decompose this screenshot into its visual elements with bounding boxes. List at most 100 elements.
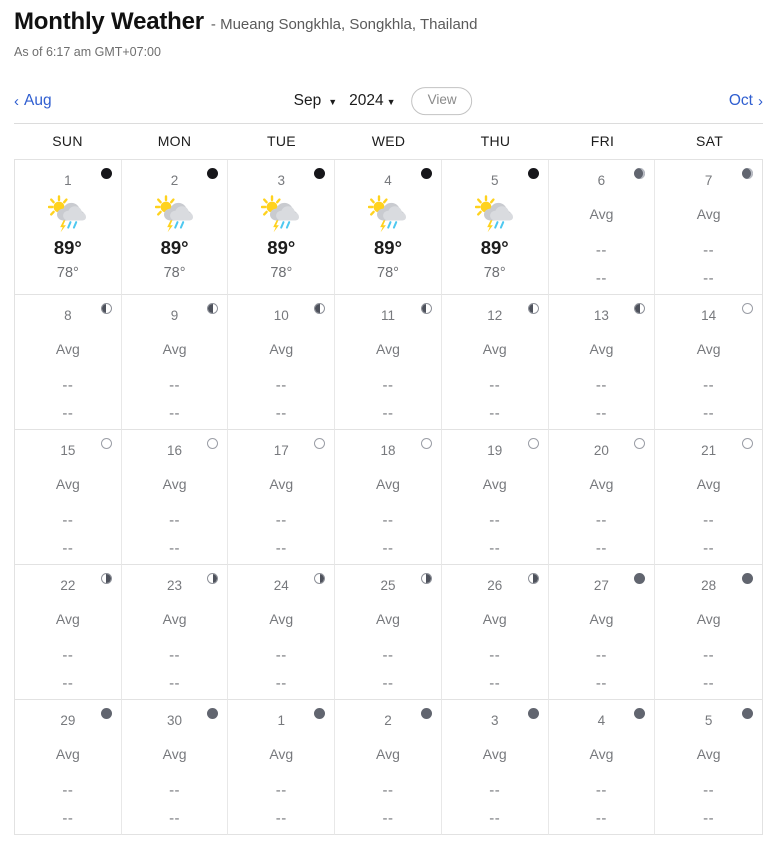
average-label: Avg: [269, 610, 294, 627]
location-subtitle: - Mueang Songkhla, Songkhla, Thailand: [210, 16, 478, 33]
calendar-day-cell[interactable]: 2 89° 78°: [121, 160, 229, 295]
calendar-day-cell[interactable]: 24 Avg -- --: [228, 565, 336, 700]
calendar-day-cell[interactable]: 5 89° 78°: [441, 160, 549, 295]
calendar-day-cell[interactable]: 20 Avg -- --: [548, 430, 656, 565]
calendar-day-cell[interactable]: 23 Avg -- --: [121, 565, 229, 700]
average-label: Avg: [376, 475, 400, 492]
calendar-day-cell[interactable]: 25 Avg -- --: [335, 565, 442, 700]
low-temperature: --: [703, 269, 715, 287]
high-temperature: --: [489, 781, 501, 799]
calendar-day-cell[interactable]: 10 Avg -- --: [228, 295, 336, 430]
high-temperature: --: [703, 241, 715, 259]
calendar-day-cell[interactable]: 4 Avg -- --: [548, 700, 656, 835]
sun-cloud-thunder-rain-icon: [261, 194, 301, 234]
calendar-day-cell[interactable]: 5 Avg -- --: [655, 700, 762, 835]
month-navigation-bar: ‹ Aug Sep ▼ 2024 ▼ View Oct ›: [0, 79, 777, 123]
average-label: Avg: [696, 610, 721, 627]
calendar-day-cell[interactable]: 26 Avg -- --: [441, 565, 549, 700]
average-label: Avg: [162, 340, 187, 357]
low-temperature: --: [595, 674, 607, 692]
calendar-day-cell[interactable]: 6 Avg -- --: [548, 160, 656, 295]
low-temperature: --: [703, 539, 715, 557]
high-temperature: --: [169, 781, 181, 799]
page-title: Monthly Weather: [14, 8, 204, 35]
low-temperature: --: [703, 674, 715, 692]
low-temperature: --: [595, 404, 607, 422]
average-label: Avg: [589, 475, 614, 492]
calendar-day-cell[interactable]: 28 Avg -- --: [655, 565, 762, 700]
calendar-day-cell[interactable]: 7 Avg -- --: [655, 160, 762, 295]
calendar-grid: 1 89° 78° 2 89° 78° 3 89° 78° 4 89° 78° 5 89° 78° 6 Avg -…: [14, 159, 763, 835]
low-temperature: --: [169, 404, 181, 422]
day-number: 29: [60, 713, 76, 728]
next-month-link[interactable]: Oct ›: [729, 92, 763, 110]
day-number: 22: [60, 578, 76, 593]
high-temperature: --: [275, 376, 287, 394]
high-temperature: --: [169, 511, 181, 529]
day-number: 20: [593, 443, 609, 458]
calendar-day-cell[interactable]: 1 Avg -- --: [228, 700, 336, 835]
moon-phase-first-quarter-icon: [634, 303, 646, 314]
calendar-day-cell[interactable]: 17 Avg -- --: [228, 430, 336, 565]
calendar-day-cell[interactable]: 18 Avg -- --: [335, 430, 442, 565]
calendar-day-cell[interactable]: 22 Avg -- --: [15, 565, 122, 700]
high-temperature: --: [703, 646, 715, 664]
calendar-day-cell[interactable]: 21 Avg -- --: [655, 430, 762, 565]
calendar-day-cell[interactable]: 27 Avg -- --: [548, 565, 656, 700]
prev-month-link[interactable]: ‹ Aug: [14, 92, 52, 110]
month-dropdown[interactable]: Sep ▼: [294, 92, 338, 110]
calendar-day-cell[interactable]: 30 Avg -- --: [121, 700, 229, 835]
moon-phase-last-quarter-icon: [207, 573, 219, 584]
sun-cloud-thunder-rain-icon: [474, 194, 515, 234]
moon-phase-new-gray-icon: [527, 708, 539, 719]
day-number: 28: [701, 578, 717, 593]
day-number: 13: [593, 308, 609, 323]
high-temperature: 89°: [374, 236, 402, 258]
calendar-day-cell[interactable]: 15 Avg -- --: [15, 430, 122, 565]
low-temperature: --: [382, 809, 394, 827]
low-temperature: --: [62, 539, 74, 557]
weekday-header-sat: SAT: [695, 133, 724, 149]
title-line: Monthly Weather - Mueang Songkhla, Songk…: [14, 8, 763, 36]
calendar-day-cell[interactable]: 1 89° 78°: [15, 160, 122, 295]
day-number: 19: [487, 443, 503, 458]
high-temperature: 89°: [53, 236, 82, 258]
view-button[interactable]: View: [411, 87, 473, 115]
day-number: 25: [380, 578, 396, 593]
weekday-header-wed: WED: [371, 133, 406, 149]
moon-phase-last-quarter-icon: [420, 573, 432, 584]
moon-phase-last-quarter-icon: [100, 573, 112, 584]
high-temperature: --: [275, 511, 287, 529]
calendar-day-cell[interactable]: 3 Avg -- --: [441, 700, 549, 835]
day-number: 5: [490, 173, 499, 188]
moon-phase-last-quarter-icon: [527, 573, 539, 584]
high-temperature: --: [703, 781, 715, 799]
sun-cloud-thunder-rain-icon: [154, 194, 195, 234]
calendar-day-cell[interactable]: 2 Avg -- --: [335, 700, 442, 835]
high-temperature: --: [382, 511, 394, 529]
calendar-day-cell[interactable]: 16 Avg -- --: [121, 430, 229, 565]
calendar-day-cell[interactable]: 13 Avg -- --: [548, 295, 656, 430]
year-dropdown[interactable]: 2024 ▼: [349, 92, 395, 110]
calendar-day-cell[interactable]: 12 Avg -- --: [441, 295, 549, 430]
weekday-header-sun: SUN: [52, 133, 83, 149]
low-temperature: --: [595, 809, 607, 827]
moon-phase-new-gray-icon: [100, 708, 112, 719]
calendar-day-cell[interactable]: 29 Avg -- --: [15, 700, 122, 835]
day-number: 27: [593, 578, 609, 593]
calendar-day-cell[interactable]: 11 Avg -- --: [335, 295, 442, 430]
low-temperature: 78°: [270, 265, 293, 281]
calendar-day-cell[interactable]: 19 Avg -- --: [441, 430, 549, 565]
calendar-day-cell[interactable]: 8 Avg -- --: [15, 295, 122, 430]
calendar-day-cell[interactable]: 14 Avg -- --: [655, 295, 762, 430]
calendar-day-cell[interactable]: 3 89° 78°: [228, 160, 336, 295]
low-temperature: --: [275, 539, 287, 557]
day-number: 17: [273, 443, 289, 458]
high-temperature: --: [595, 241, 607, 259]
calendar-day-cell[interactable]: 9 Avg -- --: [121, 295, 229, 430]
day-number: 15: [60, 443, 76, 458]
low-temperature: --: [703, 404, 715, 422]
moon-phase-full-icon: [742, 438, 753, 449]
calendar-day-cell[interactable]: 4 89° 78°: [335, 160, 442, 295]
moon-phase-new-dark-icon: [100, 168, 112, 179]
